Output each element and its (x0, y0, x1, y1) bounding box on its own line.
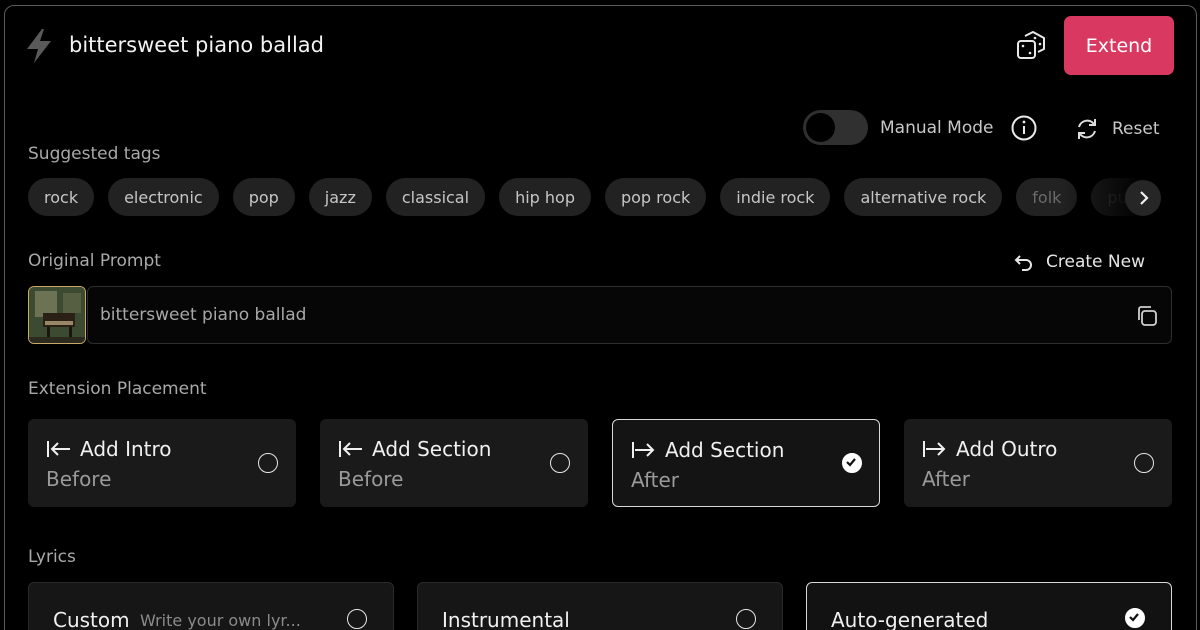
dice-icon[interactable] (1013, 27, 1051, 65)
radio-button-checked[interactable] (842, 453, 862, 473)
tags-fade-overlay (1060, 176, 1180, 220)
placement-option-add-outro[interactable]: Add Outro After (904, 419, 1172, 507)
radio-button[interactable] (347, 609, 367, 629)
placement-option-add-intro[interactable]: Add Intro Before (28, 419, 296, 507)
lyrics-option-title: Custom (53, 608, 130, 630)
placement-subtitle: Before (46, 467, 112, 491)
radio-button[interactable] (258, 453, 278, 473)
arrow-left-bar-icon (47, 441, 70, 457)
placement-option-add-section-before[interactable]: Add Section Before (320, 419, 588, 507)
radio-button[interactable] (736, 609, 756, 629)
radio-button[interactable] (550, 453, 570, 473)
arrow-left-bar-icon (339, 441, 362, 457)
info-icon[interactable] (1010, 114, 1038, 142)
placement-title: Add Outro (956, 437, 1058, 461)
lyrics-option-title: Instrumental (442, 608, 570, 630)
suggested-tags-label: Suggested tags (28, 144, 161, 164)
radio-button-checked[interactable] (1125, 608, 1145, 628)
tag-chip[interactable]: rock (28, 178, 95, 216)
radio-button[interactable] (1134, 453, 1154, 473)
extend-button[interactable]: Extend (1064, 16, 1174, 75)
tag-chip[interactable]: pop (232, 178, 295, 216)
tag-chip[interactable]: electronic (108, 178, 219, 216)
lyrics-option-custom[interactable]: Custom Write your own lyr... (28, 582, 394, 630)
check-icon (846, 458, 857, 467)
placement-option-add-section-after[interactable]: Add Section After (612, 419, 880, 507)
placement-subtitle: Before (338, 467, 404, 491)
copy-icon[interactable] (1134, 303, 1160, 329)
undo-icon (1014, 255, 1032, 271)
placement-subtitle: After (922, 467, 971, 491)
manual-mode-toggle[interactable] (803, 110, 868, 145)
placement-title: Add Intro (80, 437, 172, 461)
placement-subtitle: After (631, 468, 680, 492)
manual-mode-label: Manual Mode (880, 118, 994, 138)
tag-chip[interactable]: classical (385, 178, 486, 216)
song-cover-thumbnail (28, 286, 86, 344)
placement-title: Add Section (665, 438, 785, 462)
placement-title: Add Section (372, 437, 492, 461)
custom-lyrics-input[interactable]: Write your own lyr... (140, 611, 301, 630)
create-new-button[interactable]: Create New (1014, 252, 1145, 272)
check-icon (1129, 613, 1140, 622)
reset-label: Reset (1112, 119, 1160, 139)
tag-chip[interactable]: hip hop (499, 178, 591, 216)
tag-chip[interactable]: indie rock (720, 178, 831, 216)
extension-placement-label: Extension Placement (28, 379, 207, 399)
page-title: bittersweet piano ballad (69, 33, 324, 57)
create-new-label: Create New (1046, 252, 1145, 272)
lyrics-option-instrumental[interactable]: Instrumental (417, 582, 783, 630)
tag-chip[interactable]: alternative rock (844, 178, 1003, 216)
tag-list: rock electronic pop jazz classical hip h… (28, 178, 1178, 218)
tags-scroll-right-button[interactable] (1125, 180, 1161, 216)
lyrics-option-auto-generated[interactable]: Auto-generated (806, 582, 1172, 630)
arrow-right-bar-icon (632, 442, 655, 458)
toggle-knob (806, 113, 835, 142)
original-prompt-label: Original Prompt (28, 251, 161, 271)
lyrics-option-title: Auto-generated (831, 608, 989, 630)
arrow-right-bar-icon (923, 441, 946, 457)
tag-chip[interactable]: jazz (308, 178, 372, 216)
tag-chip[interactable]: pop rock (604, 178, 707, 216)
original-prompt-field[interactable]: bittersweet piano ballad (87, 286, 1172, 344)
lightning-icon (27, 29, 51, 63)
lyrics-label: Lyrics (28, 547, 76, 567)
refresh-icon (1078, 119, 1096, 139)
chevron-right-icon (1140, 191, 1149, 205)
reset-button[interactable]: Reset (1074, 115, 1164, 143)
